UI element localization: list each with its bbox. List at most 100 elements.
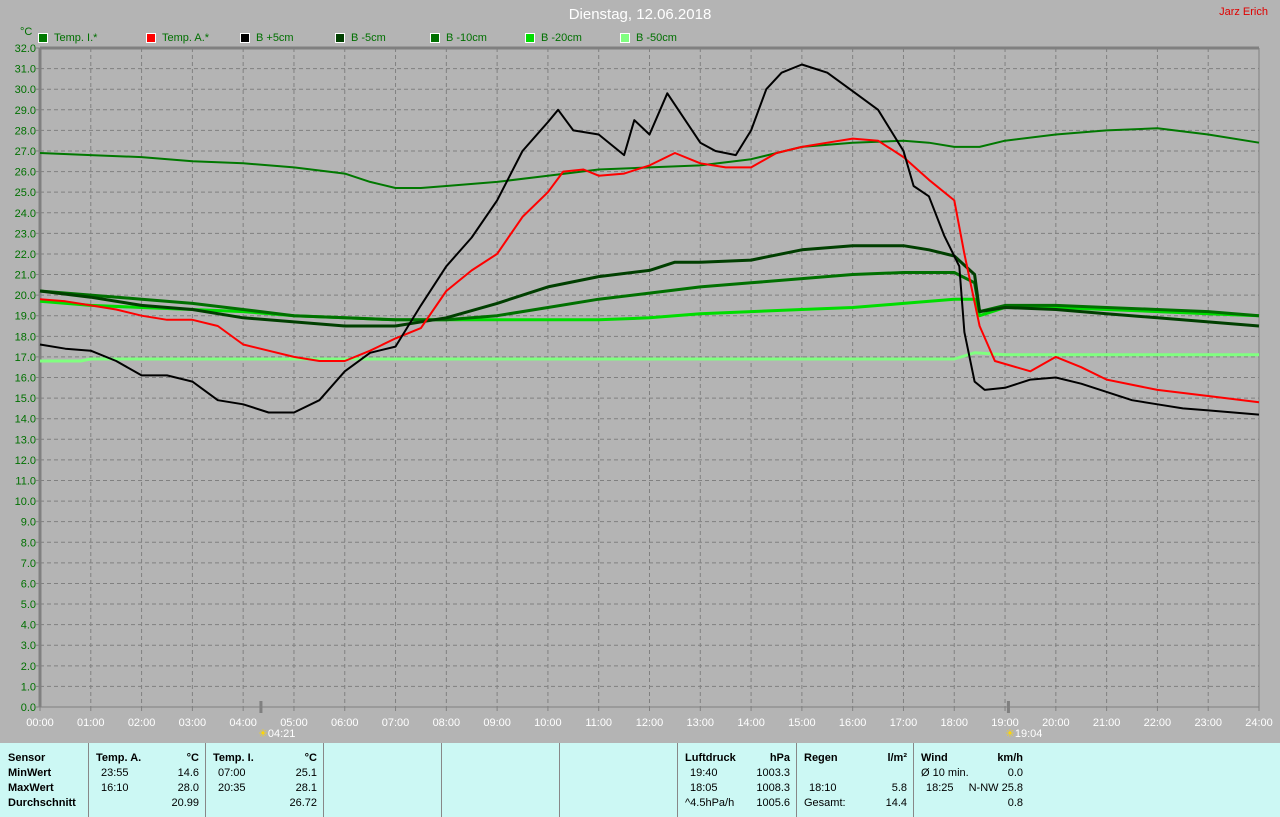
x-tick-label: 01:00 [77, 717, 105, 729]
x-tick-label: 17:00 [890, 717, 918, 729]
y-tick-label: 29.0 [15, 105, 36, 117]
y-tick-label: 30.0 [15, 84, 36, 96]
x-tick-label: 08:00 [433, 717, 461, 729]
pressure-column: Luftdruck hPa 19:40 1003.3 18:05 1008.3 … [677, 743, 796, 817]
temp-i-unit: °C [304, 752, 317, 764]
y-tick-label: 9.0 [21, 517, 36, 529]
sunrise-marker: ☀04:21 [258, 727, 295, 740]
x-tick-label: 22:00 [1144, 717, 1172, 729]
pressure-unit: hPa [769, 752, 790, 764]
x-tick-label: 09:00 [483, 717, 511, 729]
y-tick-label: 32.0 [15, 43, 36, 55]
x-tick-label: 02:00 [128, 717, 156, 729]
legend-label: B -50cm [636, 32, 677, 44]
legend-label: B +5cm [256, 32, 294, 44]
x-tick-label: 06:00 [331, 717, 359, 729]
rain-unit: l/m² [887, 752, 907, 764]
legend-item: B -10cm [430, 32, 487, 44]
pressure-avg: 1005.6 [756, 797, 790, 809]
x-tick-label: 04:00 [229, 717, 257, 729]
rain-header: Regen [804, 752, 838, 764]
legend-label: Temp. A.* [162, 32, 210, 44]
temp-a-max: 28.0 [177, 782, 199, 794]
statistics-table: Sensor MinWert MaxWert Durchschnitt Temp… [0, 743, 1280, 817]
y-tick-label: 22.0 [15, 249, 36, 261]
y-tick-label: 7.0 [21, 558, 36, 570]
pressure-header: Luftdruck [685, 752, 736, 764]
legend-label: B -10cm [446, 32, 487, 44]
rain-column: Regen l/m² 18:10 5.8 Gesamt: 14.4 [796, 743, 913, 817]
legend-swatch [430, 33, 440, 43]
wind-avg10: 0.0 [1007, 767, 1023, 779]
y-tick-label: 12.0 [15, 455, 36, 467]
wind-avg10-label: Ø 10 min. [921, 767, 969, 779]
pressure-min-time: 19:40 [690, 767, 718, 779]
x-tick-label: 12:00 [636, 717, 664, 729]
temp-a-max-time: 16:10 [101, 782, 129, 794]
temp-a-min-time: 23:55 [101, 767, 129, 779]
wind-header: Wind [921, 752, 948, 764]
y-tick-label: 24.0 [15, 208, 36, 220]
x-tick-label: 13:00 [687, 717, 715, 729]
series-line-temp-i [39, 127, 1260, 189]
chart-title: Dienstag, 12.06.2018 [568, 6, 712, 23]
x-tick-label: 14:00 [737, 717, 765, 729]
pressure-max-time: 18:05 [690, 782, 718, 794]
x-tick-label: 03:00 [179, 717, 207, 729]
empty-column [441, 743, 559, 817]
y-tick-label: 14.0 [15, 414, 36, 426]
y-tick-label: 18.0 [15, 331, 36, 343]
y-tick-label: 19.0 [15, 311, 36, 323]
legend-label: B -5cm [351, 32, 386, 44]
legend-swatch [620, 33, 630, 43]
y-tick-label: 1.0 [21, 681, 36, 693]
y-tick-label: 13.0 [15, 434, 36, 446]
y-tick-label: 20.0 [15, 290, 36, 302]
legend-swatch [335, 33, 345, 43]
pressure-max: 1008.3 [756, 782, 790, 794]
y-tick-label: 31.0 [15, 64, 36, 76]
empty-column [323, 743, 441, 817]
legend-item: Temp. A.* [146, 32, 209, 44]
wind-avg: 0.8 [1007, 797, 1023, 809]
pressure-trend: ^4.5hPa/h [685, 797, 735, 809]
y-tick-label: 17.0 [15, 352, 36, 364]
sun-icon: ☀ [258, 728, 268, 740]
y-tick-label: 26.0 [15, 167, 36, 179]
wind-unit: km/h [997, 752, 1023, 764]
owner-name: Jarz Erich [1219, 6, 1268, 18]
y-tick-label: 16.0 [15, 373, 36, 385]
temp-a-unit: °C [186, 752, 199, 764]
y-tick-label: 6.0 [21, 578, 36, 590]
y-tick-label: 4.0 [21, 620, 36, 632]
temp-i-column: Temp. I. °C 07:00 25.1 20:35 28.1 26.72 [205, 743, 323, 817]
temp-a-min: 14.6 [177, 767, 199, 779]
y-tick-label: 2.0 [21, 661, 36, 673]
legend-item: Temp. I.* [38, 32, 97, 44]
rain-max: 5.8 [891, 782, 907, 794]
rain-total: 14.4 [885, 797, 907, 809]
sunset-marker: ☀19:04 [1005, 727, 1042, 740]
y-tick-label: 5.0 [21, 599, 36, 611]
temp-a-avg: 20.99 [171, 797, 199, 809]
temp-i-min-time: 07:00 [218, 767, 246, 779]
legend-swatch [240, 33, 250, 43]
y-tick-label: 10.0 [15, 496, 36, 508]
temp-i-max-time: 20:35 [218, 782, 246, 794]
label-max: MaxWert [8, 782, 54, 794]
temp-i-max: 28.1 [295, 782, 317, 794]
legend-label: Temp. I.* [54, 32, 98, 44]
legend-item: B -20cm [525, 32, 582, 44]
y-tick-label: 15.0 [15, 393, 36, 405]
x-tick-label: 24:00 [1245, 717, 1273, 729]
temp-i-min: 25.1 [295, 767, 317, 779]
y-tick-label: 11.0 [15, 475, 36, 487]
sun-icon: ☀ [1005, 728, 1015, 740]
temp-i-header: Temp. I. [213, 752, 254, 764]
x-tick-label: 18:00 [940, 717, 968, 729]
legend-item: B +5cm [240, 32, 294, 44]
y-tick-label: 23.0 [15, 228, 36, 240]
y-tick-label: 27.0 [15, 146, 36, 158]
rain-max-time: 18:10 [809, 782, 837, 794]
pressure-min: 1003.3 [756, 767, 790, 779]
